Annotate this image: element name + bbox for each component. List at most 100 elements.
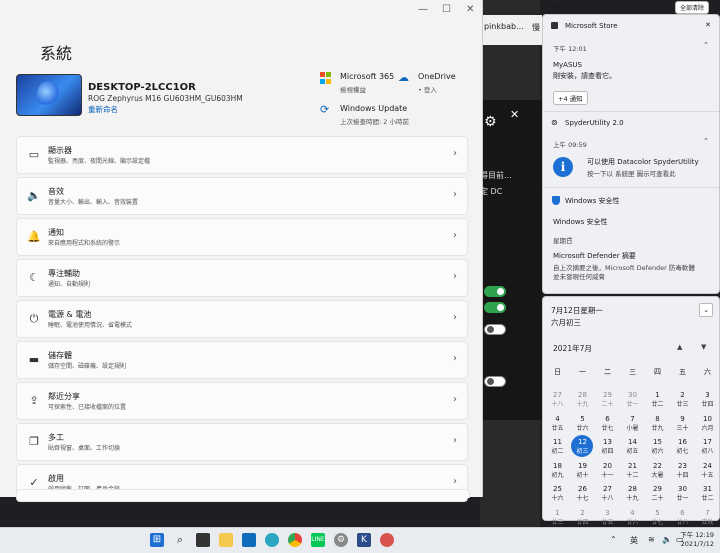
previous-month-button[interactable]: ▲ (677, 343, 682, 351)
maximize-icon[interactable]: ☐ (442, 4, 451, 15)
calendar-day[interactable]: 7 小暑 (620, 413, 645, 437)
calendar-day[interactable]: 31 廿二 (695, 483, 720, 507)
day-number: 7 (630, 414, 635, 423)
calendar-day[interactable]: 24 十五 (695, 460, 720, 484)
ime-indicator[interactable]: 英 (630, 535, 638, 546)
edge-icon[interactable] (265, 533, 279, 547)
app-icon[interactable] (242, 533, 256, 547)
settings-item-5[interactable]: ▬ 儲存體 儲存空間、磁碟機、設定規則 › (16, 341, 468, 379)
k-app-icon[interactable]: K (357, 533, 371, 547)
calendar-day[interactable]: 17 初八 (695, 436, 720, 460)
calendar-date-header[interactable]: 7月12日星期一 (551, 305, 603, 316)
calendar-day[interactable]: 5 廿六 (570, 413, 595, 437)
calendar-day[interactable]: 28 十九 (570, 389, 595, 413)
day-number: 4 (630, 508, 635, 517)
next-month-button[interactable]: ▼ (701, 343, 706, 351)
calendar-day[interactable]: 29 二十 (595, 389, 620, 413)
more-notifications-button[interactable]: +4 通知 (553, 91, 588, 105)
day-number: 16 (678, 438, 687, 446)
toggle-switch[interactable] (484, 376, 506, 387)
file-explorer-icon[interactable] (219, 533, 233, 547)
wifi-icon[interactable]: ≋ (648, 535, 655, 544)
background-tab[interactable]: pinkbab... (484, 22, 524, 31)
lunar-date: 二十 (601, 401, 614, 408)
calendar-day[interactable]: 27 十八 (545, 389, 570, 413)
calendar-day[interactable]: 27 十八 (595, 483, 620, 507)
calendar-month-label[interactable]: 2021年7月 (553, 343, 592, 354)
day-number: 1 (555, 508, 560, 517)
settings-item-2[interactable]: 🔔 通知 來自應用程式和系統的警示 › (16, 218, 468, 256)
lunar-date: 十六 (551, 495, 564, 502)
lunar-date: 立秋 (701, 518, 714, 526)
minimize-icon[interactable]: — (418, 4, 428, 15)
calendar-day[interactable]: 2 廿三 (670, 389, 695, 413)
calendar-day[interactable]: 22 大暑 (645, 460, 670, 484)
calendar-day[interactable]: 19 初十 (570, 460, 595, 484)
chrome-icon[interactable] (288, 533, 302, 547)
close-icon[interactable]: ✕ (705, 21, 711, 29)
settings-gear-icon[interactable]: ⚙ (334, 533, 348, 547)
calendar-day-today[interactable]: 12 初三 (570, 435, 595, 460)
chevron-up-icon[interactable]: ⌃ (703, 137, 709, 145)
settings-item-label: 多工 (48, 433, 64, 442)
calendar-day[interactable]: 14 初五 (620, 436, 645, 460)
chevron-up-icon[interactable]: ⌃ (703, 41, 709, 49)
settings-item-6[interactable]: ⇪ 鄰近分享 可探索性、已接收檔案的位置 › (16, 382, 468, 420)
settings-item-4[interactable]: ⏻ 電源 & 電池 睡眠、電池使用情況、省電模式 › (16, 300, 468, 338)
calendar-day[interactable]: 3 廿四 (695, 389, 720, 413)
calendar-day[interactable]: 10 六月 (695, 413, 720, 437)
volume-icon[interactable]: 🔈 (662, 535, 672, 544)
calendar-day[interactable]: 23 十四 (670, 460, 695, 484)
calendar-day[interactable]: 25 十六 (545, 483, 570, 507)
calendar-day[interactable]: 9 三十 (670, 413, 695, 437)
settings-window: — ☐ ✕ 系統 DESKTOP-2LCC1OR ROG Zephyrus M1… (0, 0, 483, 502)
calendar-day[interactable]: 13 初四 (595, 436, 620, 460)
lunar-date: 初二 (551, 448, 564, 455)
calendar-day[interactable]: 11 初二 (545, 436, 570, 460)
app-icon[interactable] (380, 533, 394, 547)
calendar-day[interactable]: 16 初七 (670, 436, 695, 460)
list-item[interactable] (16, 489, 470, 498)
onedrive-tile[interactable]: ☁ OneDrive • 登入 (398, 72, 468, 95)
calendar-day[interactable]: 18 初九 (545, 460, 570, 484)
background-tab[interactable]: 慢 (532, 22, 540, 33)
clear-all-button[interactable]: 全部清除 (675, 1, 710, 14)
taskbar-clock[interactable]: 下午 12:19 2021/7/12 (680, 531, 714, 549)
calendar-day[interactable]: 15 初六 (645, 436, 670, 460)
settings-item-0[interactable]: ▭ 顯示器 監視器、亮度、夜間光線、顯示設定檔 › (16, 136, 468, 174)
calendar-day[interactable]: 30 廿一 (620, 389, 645, 413)
toggle-switch[interactable] (484, 324, 506, 335)
task-view-icon[interactable] (196, 533, 210, 547)
chevron-down-icon[interactable]: ⌄ (699, 303, 713, 317)
line-icon[interactable]: LINE (311, 533, 325, 547)
calendar-day[interactable]: 4 廿五 (545, 413, 570, 437)
close-icon[interactable]: ✕ (466, 4, 474, 15)
windows-update-tile[interactable]: ⟳ Windows Update 上次檢查時間: 2 小時前 (320, 104, 420, 127)
notification-time: 下午 12:01 (553, 45, 587, 53)
toggle-switch[interactable] (484, 286, 506, 297)
settings-item-1[interactable]: 🔈 音效 音量大小、輸出、輸入、音效裝置 › (16, 177, 468, 215)
lunar-date: 廿五 (601, 518, 614, 526)
gear-icon[interactable]: ⚙ (484, 114, 497, 130)
microsoft-365-tile[interactable]: Microsoft 365 檢視權益 (320, 72, 400, 94)
calendar-day[interactable]: 30 廿一 (670, 483, 695, 507)
calendar-day[interactable]: 8 廿九 (645, 413, 670, 437)
chevron-down-icon[interactable]: ⌄ (567, 233, 573, 241)
chevron-up-icon[interactable]: ⌃ (610, 535, 617, 544)
background-text: 定 DC (480, 187, 503, 196)
calendar-day[interactable]: 1 廿二 (645, 389, 670, 413)
rename-link[interactable]: 重新命名 (88, 104, 118, 115)
calendar-day[interactable]: 6 廿七 (595, 413, 620, 437)
search-icon[interactable]: ⌕ (173, 533, 187, 547)
calendar-day[interactable]: 21 十二 (620, 460, 645, 484)
start-button[interactable]: ⊞ (150, 533, 164, 547)
calendar-day[interactable]: 26 十七 (570, 483, 595, 507)
lunar-date: 廿二 (701, 495, 714, 502)
calendar-day[interactable]: 29 二十 (645, 483, 670, 507)
toggle-switch[interactable] (484, 302, 506, 313)
close-icon[interactable]: ✕ (510, 108, 519, 121)
calendar-day[interactable]: 28 十九 (620, 483, 645, 507)
calendar-day[interactable]: 20 十一 (595, 460, 620, 484)
settings-item-7[interactable]: ❐ 多工 貼齊視窗、桌面、工作切換 › (16, 423, 468, 461)
settings-item-3[interactable]: ☾ 專注輔助 通知、自動規則 › (16, 259, 468, 297)
